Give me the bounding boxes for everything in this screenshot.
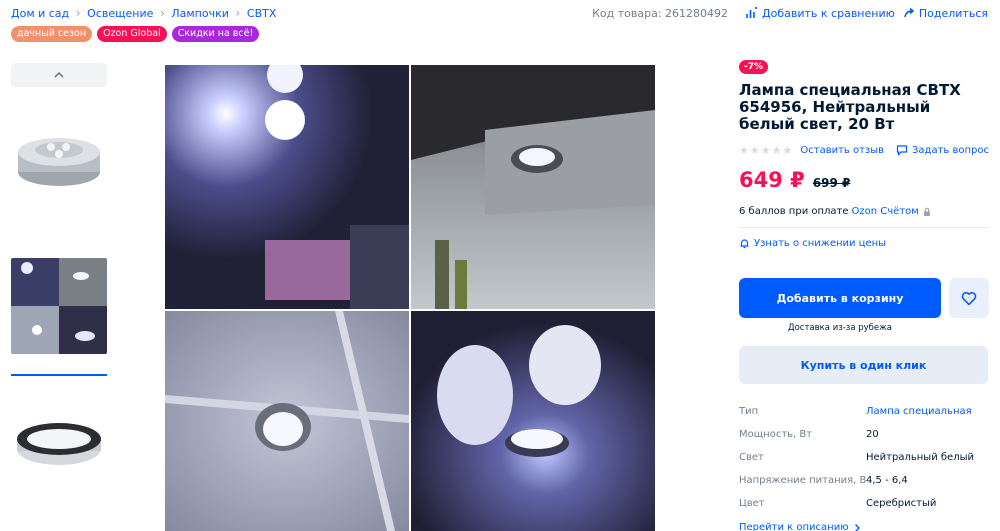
spec-row: Свет Нейтральный белый (739, 446, 989, 469)
rating-row: ★ ★ ★ ★ ★ Оставить отзыв Задать вопрос (739, 142, 989, 158)
compare-button[interactable]: Добавить к сравнению (746, 7, 895, 20)
main-product-image[interactable] (165, 57, 655, 531)
spec-row: Напряжение питания, В 4,5 - 6,4 (739, 469, 989, 492)
chat-bubble-icon (896, 145, 908, 156)
tag-sale[interactable]: Скидки на всё! (171, 26, 260, 42)
chevron-right-icon (854, 523, 860, 531)
promo-tags: дачный сезон Ozon Global Скидки на всё! (11, 26, 260, 42)
collage-photo-thumbnail (11, 258, 107, 354)
rating-stars[interactable]: ★ ★ ★ ★ ★ (739, 145, 792, 156)
compare-label: Добавить к сравнению (762, 6, 895, 20)
lock-icon (923, 207, 930, 216)
thumbnail-1[interactable] (11, 90, 107, 228)
chevron-right-icon: › (75, 6, 81, 20)
favorite-button[interactable] (949, 278, 989, 318)
star-icon: ★ (739, 143, 749, 157)
spec-value-link[interactable]: Лампа специальная (866, 406, 972, 417)
tag-ozon-global[interactable]: Ozon Global (97, 26, 167, 42)
thumbnail-active-indicator (11, 374, 107, 376)
product-meta-bar: Код товара: 261280492 Добавить к сравнен… (592, 5, 988, 21)
spec-row: Цвет Серебристый (739, 492, 989, 515)
price-block: 649 ₽ 699 ₽ (739, 168, 989, 192)
star-icon: ★ (771, 143, 782, 157)
product-collage-image (165, 57, 655, 531)
star-icon: ★ (760, 143, 771, 157)
current-price: 649 ₽ (739, 168, 805, 192)
go-to-description-label: Перейти к описанию (739, 522, 849, 531)
chevron-right-icon: › (159, 6, 165, 20)
share-button[interactable]: Поделиться (903, 7, 988, 20)
tag-summer[interactable]: дачный сезон (11, 26, 93, 42)
old-price: 699 ₽ (812, 176, 851, 190)
chevron-right-icon: › (235, 6, 241, 20)
spec-value: Нейтральный белый (866, 452, 974, 463)
thumbnail-3[interactable] (11, 383, 107, 525)
ask-question-label: Задать вопрос (912, 144, 989, 156)
bell-icon (740, 239, 749, 249)
lamp-photo-thumbnail (11, 90, 107, 228)
chevron-up-icon (54, 71, 64, 78)
go-to-description-link[interactable]: Перейти к описанию (739, 522, 862, 531)
breadcrumb: Дом и сад › Освещение › Лампочки › CBTX (11, 5, 276, 21)
ask-question-link[interactable]: Задать вопрос (896, 144, 989, 156)
spec-key: Тип (739, 406, 759, 417)
buy-one-click-button[interactable]: Купить в один клик (739, 346, 988, 384)
price-drop-notify-label: Узнать о снижении цены (754, 238, 887, 249)
spec-row: Тип Лампа специальная (739, 400, 989, 423)
discount-badge: -7% (739, 60, 769, 74)
star-icon: ★ (782, 143, 793, 157)
thumbnail-gallery (11, 63, 107, 531)
lamp-side-thumbnail (11, 383, 107, 525)
cart-actions: Добавить в корзину (739, 278, 989, 318)
breadcrumb-lighting[interactable]: Освещение (87, 7, 153, 20)
specs-table: Тип Лампа специальная Мощность, Вт 20 Св… (739, 400, 989, 515)
spec-value: 4,5 - 6,4 (866, 475, 908, 486)
bonus-info: 6 баллов при оплате Ozon Счётом (739, 206, 989, 217)
spec-row: Мощность, Вт 20 (739, 423, 989, 446)
spec-value: Серебристый (866, 498, 937, 509)
compare-icon (746, 7, 758, 18)
leave-review-link[interactable]: Оставить отзыв (800, 145, 884, 156)
gallery-up-button[interactable] (11, 63, 107, 87)
product-title: Лампа специальная CBTX 654956, Нейтральн… (739, 81, 961, 133)
share-icon (904, 7, 915, 18)
breadcrumb-home-garden[interactable]: Дом и сад (11, 7, 69, 20)
add-to-cart-button[interactable]: Добавить в корзину (739, 278, 941, 318)
product-info-panel: -7% Лампа специальная CBTX 654956, Нейтр… (739, 54, 989, 531)
bonus-text: 6 баллов при оплате (739, 206, 849, 217)
ozon-account-link[interactable]: Ozon Счётом (852, 206, 919, 217)
spec-key: Мощность, Вт (739, 429, 813, 440)
share-label: Поделиться (918, 6, 988, 20)
thumbnail-2[interactable] (11, 258, 107, 354)
star-icon: ★ (749, 143, 760, 157)
breadcrumb-bulbs[interactable]: Лампочки (171, 7, 229, 20)
breadcrumb-brand[interactable]: CBTX (247, 7, 276, 20)
spec-key: Напряжение питания, В (739, 475, 867, 486)
price-drop-notify-link[interactable]: Узнать о снижении цены (739, 238, 989, 249)
heart-icon (961, 291, 977, 305)
delivery-info: Доставка из-за рубежа (787, 323, 893, 333)
product-code: Код товара: 261280492 (592, 6, 729, 20)
divider (739, 227, 989, 228)
spec-key: Цвет (739, 498, 765, 509)
spec-value: 20 (866, 429, 879, 440)
spec-key: Свет (739, 452, 764, 463)
